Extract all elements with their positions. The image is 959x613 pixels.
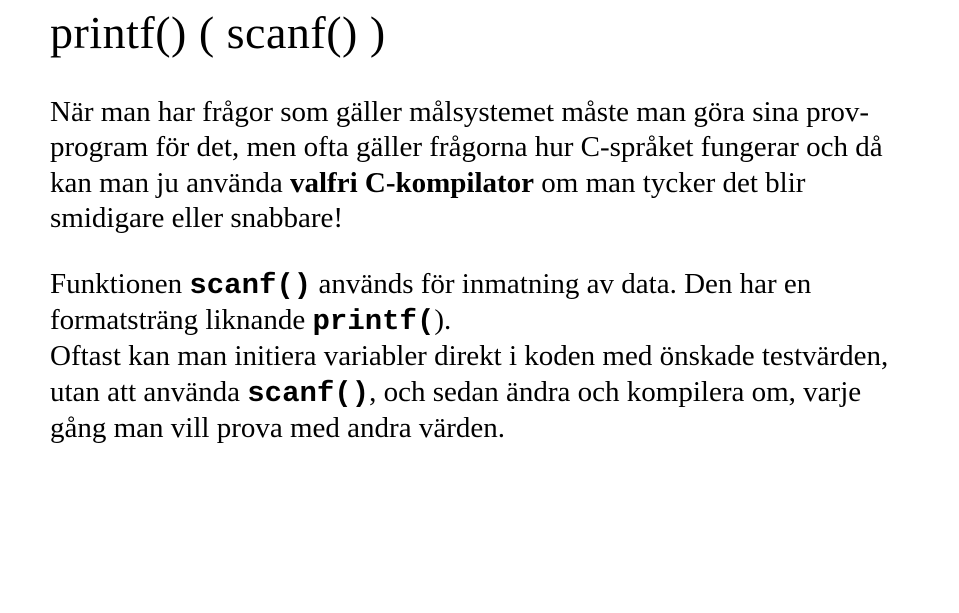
p2-code-printf: printf( [313,305,435,338]
p3-code-scanf: scanf() [247,377,369,410]
p1-bold: valfri C-kompilator [290,167,534,199]
document-page: printf() ( scanf() ) När man har frågor … [0,0,959,446]
p2-text-3: ). [434,304,451,336]
paragraph-2: Funktionen scanf() används för inmatning… [50,267,919,447]
p2-text-1: Funktionen [50,268,189,300]
p2-code-scanf: scanf() [189,269,311,302]
paragraph-1: När man har frågor som gäller målsysteme… [50,95,919,237]
page-title: printf() ( scanf() ) [50,6,919,59]
